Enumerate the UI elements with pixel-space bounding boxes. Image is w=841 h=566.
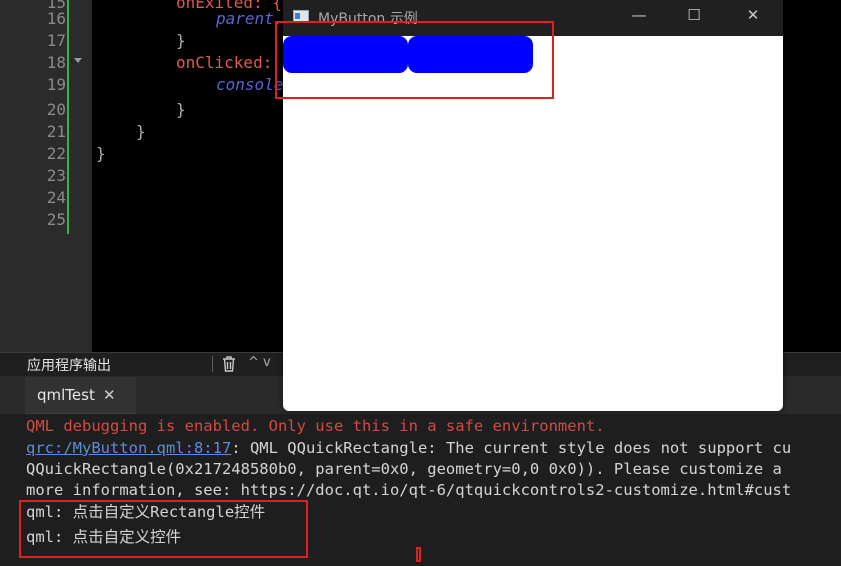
line-number-gutter: 15 16 17 18 19 20 21 22 23 24 25 (0, 0, 92, 352)
text-cursor-marker (416, 547, 421, 562)
scroll-up-down-icon[interactable]: ^ v (248, 355, 271, 370)
toolbar-divider (212, 356, 213, 372)
code-line-20: } (176, 100, 186, 119)
minimize-button[interactable]: — (624, 6, 654, 24)
line-number: 18 (46, 53, 66, 72)
line-number: 20 (46, 100, 66, 119)
trash-icon[interactable] (222, 356, 236, 372)
tab-close-icon[interactable]: ✕ (103, 386, 116, 404)
log-line-debug: QML debugging is enabled. Only use this … (26, 417, 605, 435)
log-line: more information, see: https://doc.qt.io… (26, 481, 792, 499)
line-number: 21 (46, 122, 66, 141)
source-link[interactable]: qrc:/MyButton.qml:8:17 (26, 439, 231, 457)
fold-chevron-icon[interactable] (74, 58, 82, 63)
tab-qmltest-label: qmlTest (37, 386, 95, 404)
line-number: 16 (46, 9, 66, 28)
modified-lines-bar (67, 0, 69, 234)
code-line-22: } (96, 144, 106, 163)
log-line: QQuickRectangle(0x217248580b0, parent=0x… (26, 460, 782, 478)
line-number: 24 (46, 188, 66, 207)
line-number: 17 (46, 31, 66, 50)
code-key: onClicked (176, 53, 263, 72)
code-line-17: } (176, 31, 186, 50)
log-text: : QML QQuickRectangle: The current style… (231, 439, 792, 457)
maximize-button[interactable]: ☐ (679, 6, 709, 24)
code-line-18: onClicked: (176, 52, 272, 74)
line-number: 19 (46, 75, 66, 94)
line-number: 25 (46, 210, 66, 229)
line-number: 23 (46, 166, 66, 185)
log-line-warning: qrc:/MyButton.qml:8:17: QML QQuickRectan… (26, 438, 791, 459)
code-colon: : (262, 53, 273, 72)
code-line-16: parent. (216, 9, 284, 28)
line-number: 22 (46, 144, 66, 163)
code-line-19: console (216, 75, 284, 94)
highlight-box-buttons (275, 21, 554, 99)
code-line-21: } (136, 122, 146, 141)
close-button[interactable]: ✕ (738, 6, 768, 24)
highlight-box-output (19, 500, 308, 558)
output-panel-title: 应用程序输出 (27, 358, 111, 374)
